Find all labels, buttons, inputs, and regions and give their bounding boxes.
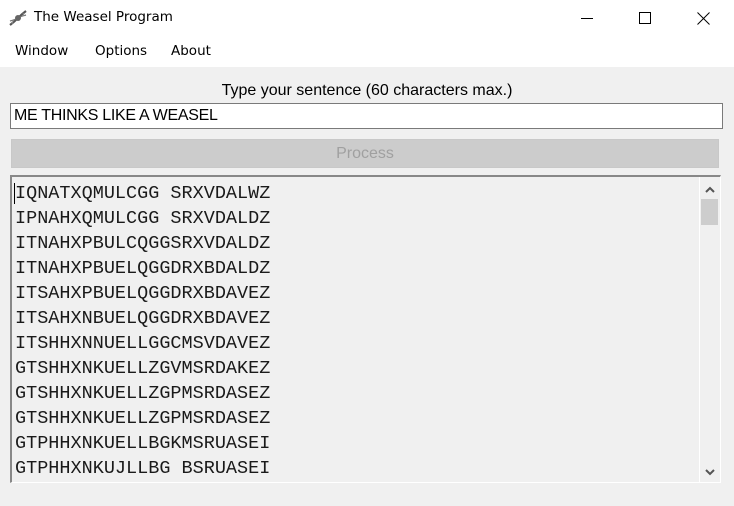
- output-line: GTSHHXNKUELLZGPMSRDASEZ: [15, 383, 271, 404]
- menu-options[interactable]: Options: [95, 43, 147, 59]
- menu-bar: Window Options About: [0, 36, 734, 67]
- sentence-input[interactable]: [10, 103, 723, 129]
- output-line: GTPHHXNKUELLBGKMSRUASEI: [15, 433, 271, 454]
- output-line: IQNATXQMULCGG SRXVDALWZ: [15, 183, 271, 204]
- chevron-up-icon: [705, 186, 715, 193]
- close-button[interactable]: [674, 0, 732, 36]
- scroll-thumb[interactable]: [701, 199, 718, 225]
- output-line: ITSAHXNBUELQGGDRXBDAVEZ: [15, 308, 271, 329]
- maximize-button[interactable]: [616, 0, 674, 36]
- output-line: IPNAHXQMULCGG SRXVDALDZ: [15, 208, 271, 229]
- output-text-area[interactable]: IQNATXQMULCGG SRXVDALWZ IPNAHXQMULCGG SRX…: [10, 175, 721, 483]
- output-line: ITNAHXPBULCQGGSRXVDALDZ: [15, 233, 271, 254]
- sentence-prompt-label: Type your sentence (60 characters max.): [221, 82, 513, 99]
- scroll-up-button[interactable]: [700, 179, 720, 199]
- output-line: GTPHHXNKUJLLBG BSRUASEI: [15, 458, 271, 479]
- output-line: ITNAHXPBUELQGGDRXBDALDZ: [15, 258, 271, 279]
- scroll-down-button[interactable]: [700, 462, 720, 482]
- chevron-down-icon: [705, 468, 715, 475]
- output-lines: IQNATXQMULCGG SRXVDALWZ IPNAHXQMULCGG SRX…: [15, 181, 270, 481]
- output-line: ITSAHXPBUELQGGDRXBDAVEZ: [15, 283, 271, 304]
- maximize-icon: [639, 12, 651, 24]
- menu-window[interactable]: Window: [15, 43, 68, 59]
- output-line: GTSHHXNKUELLZGPMSRDASEZ: [15, 408, 271, 429]
- window-title: The Weasel Program: [34, 9, 173, 25]
- output-line: GTSHHXNKUELLZGVMSRDAKEZ: [15, 358, 271, 379]
- title-bar: The Weasel Program: [0, 0, 734, 36]
- menu-about[interactable]: About: [171, 43, 211, 59]
- output-line: ITSHHXNNUELLGGCMSVDAVEZ: [15, 333, 271, 354]
- minimize-button[interactable]: [558, 0, 616, 36]
- vertical-scrollbar[interactable]: [699, 177, 720, 482]
- close-icon: [696, 11, 710, 25]
- process-button[interactable]: Process: [11, 139, 719, 168]
- dna-icon: [8, 8, 28, 28]
- minimize-icon: [581, 18, 593, 19]
